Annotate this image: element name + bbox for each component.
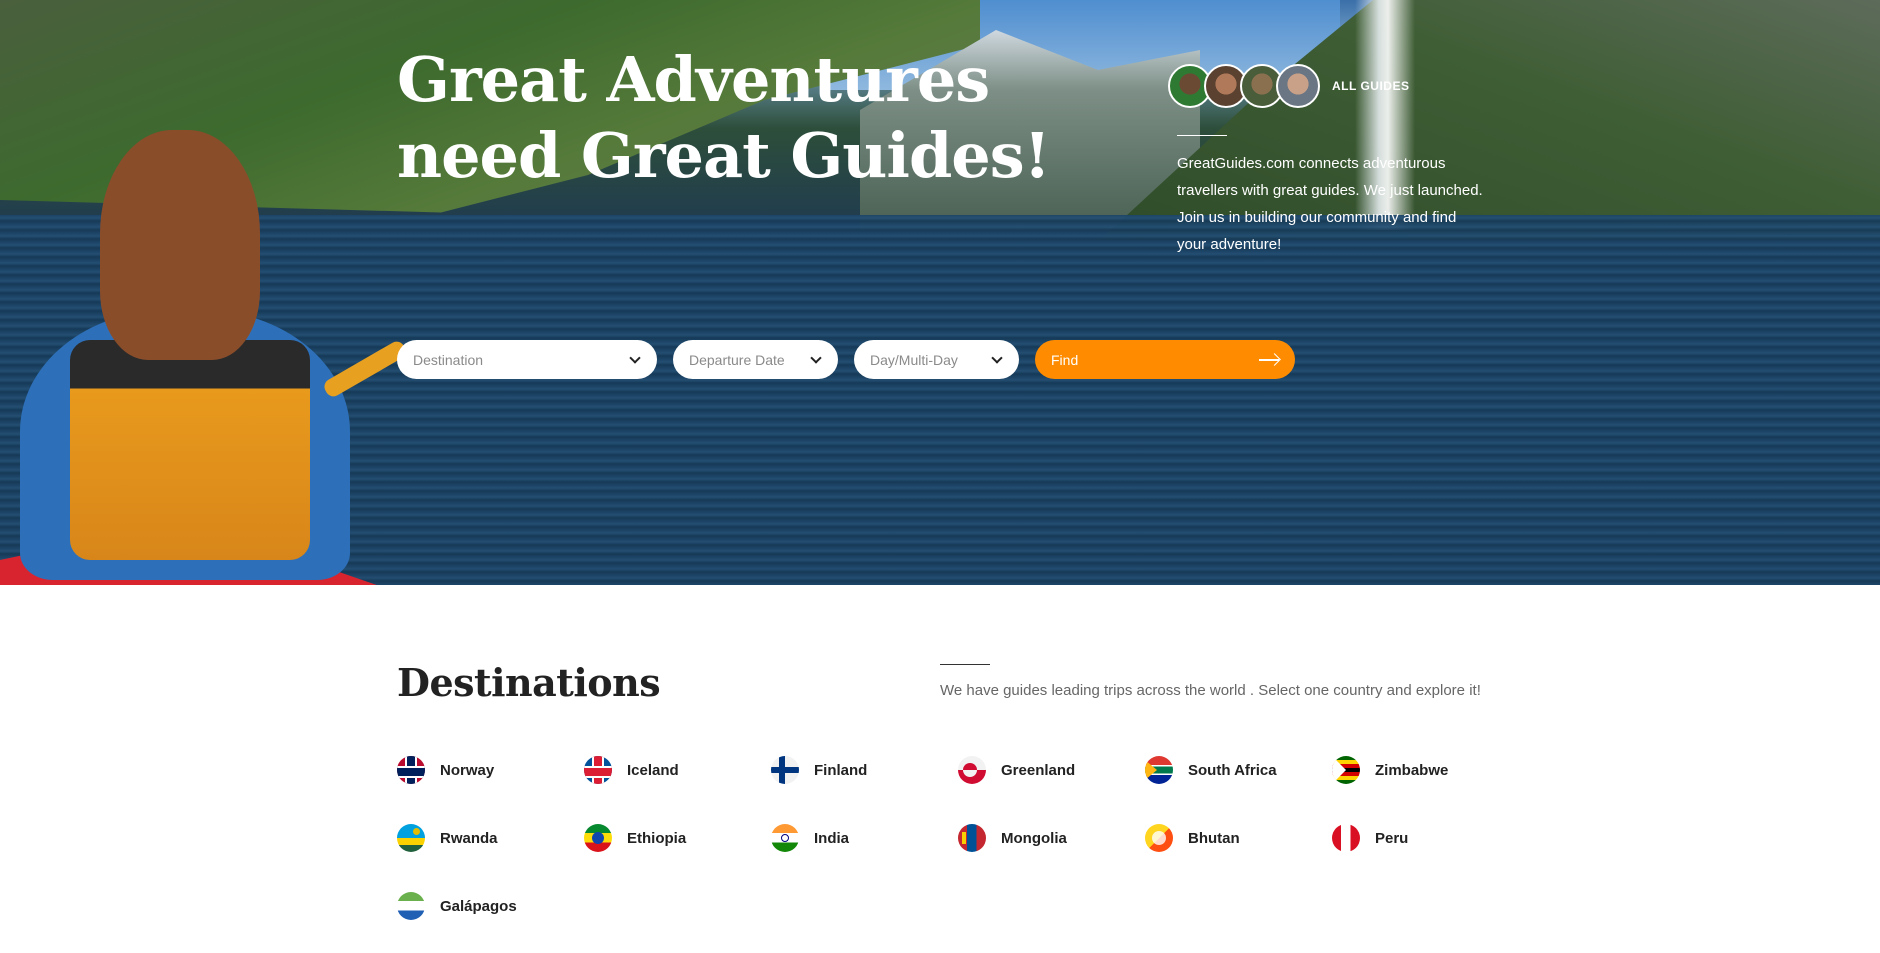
all-guides-link[interactable]: ALL GUIDES [1332,79,1409,93]
country-label: Rwanda [440,829,498,847]
bhutan-flag-icon [1145,824,1173,852]
find-button-label: Find [1051,351,1079,368]
intro-divider [1177,135,1227,136]
intro-text: GreatGuides.com connects adventurous tra… [1177,155,1483,253]
duration-select[interactable]: Day/Multi-Day [854,340,1019,379]
norway-flag-icon [397,756,425,784]
country-label: Norway [440,761,495,779]
country-label: Finland [814,761,868,779]
country-label: Zimbabwe [1375,761,1449,779]
country-finland[interactable]: Finland [771,755,958,785]
greenland-flag-icon [958,756,986,784]
country-south-africa[interactable]: South Africa [1145,755,1332,785]
destination-placeholder: Destination [413,351,484,368]
south-africa-flag-icon [1145,756,1173,784]
country-ethiopia[interactable]: Ethiopia [584,823,771,853]
country-label: South Africa [1188,761,1277,779]
destinations-title: Destinations [397,660,661,705]
duration-placeholder: Day/Multi-Day [870,351,958,368]
guides-link[interactable]: ALL GUIDES [1168,64,1409,108]
hero-headline: Great Adventures need Great Guides! [397,42,1051,194]
country-label: Galápagos [440,897,517,915]
hero-kayaker-hair [100,130,260,360]
chevron-down-icon [810,351,822,364]
destinations-divider [940,664,990,665]
zimbabwe-flag-icon [1332,756,1360,784]
departure-date-placeholder: Departure Date [689,351,785,368]
country-galapagos[interactable]: Galápagos [397,891,584,921]
rwanda-flag-icon [397,824,425,852]
search-bar: Destination Departure Date Day/Multi-Day… [397,340,1295,379]
country-greenland[interactable]: Greenland [958,755,1145,785]
country-label: Mongolia [1001,829,1067,847]
guide-avatar[interactable] [1276,64,1320,108]
arrow-right-icon [1259,358,1279,361]
headline-line-1: Great Adventures [397,43,990,116]
chevron-down-icon [991,351,1003,364]
galapagos-flag-icon [397,892,425,920]
iceland-flag-icon [584,756,612,784]
country-label: Bhutan [1188,829,1240,847]
country-india[interactable]: India [771,823,958,853]
mongolia-flag-icon [958,824,986,852]
country-bhutan[interactable]: Bhutan [1145,823,1332,853]
country-peru[interactable]: Peru [1332,823,1519,853]
hero-life-vest [70,340,310,560]
ethiopia-flag-icon [584,824,612,852]
departure-date-select[interactable]: Departure Date [673,340,838,379]
hero-banner: Great Adventures need Great Guides! ALL … [0,0,1880,585]
country-label: Greenland [1001,761,1076,779]
finland-flag-icon [771,756,799,784]
country-norway[interactable]: Norway [397,755,584,785]
headline-line-2: need Great Guides! [397,119,1051,192]
country-label: India [814,829,850,847]
find-button[interactable]: Find [1035,340,1295,379]
india-flag-icon [771,824,799,852]
chevron-down-icon [629,351,641,364]
destination-select[interactable]: Destination [397,340,657,379]
peru-flag-icon [1332,824,1360,852]
country-mongolia[interactable]: Mongolia [958,823,1145,853]
country-zimbabwe[interactable]: Zimbabwe [1332,755,1519,785]
country-label: Ethiopia [627,829,687,847]
country-iceland[interactable]: Iceland [584,755,771,785]
destinations-grid: Norway Iceland Finland Greenland South A… [397,755,1519,921]
country-rwanda[interactable]: Rwanda [397,823,584,853]
country-label: Iceland [627,761,679,779]
country-label: Peru [1375,829,1409,847]
destinations-subtitle: We have guides leading trips across the … [940,682,1481,699]
